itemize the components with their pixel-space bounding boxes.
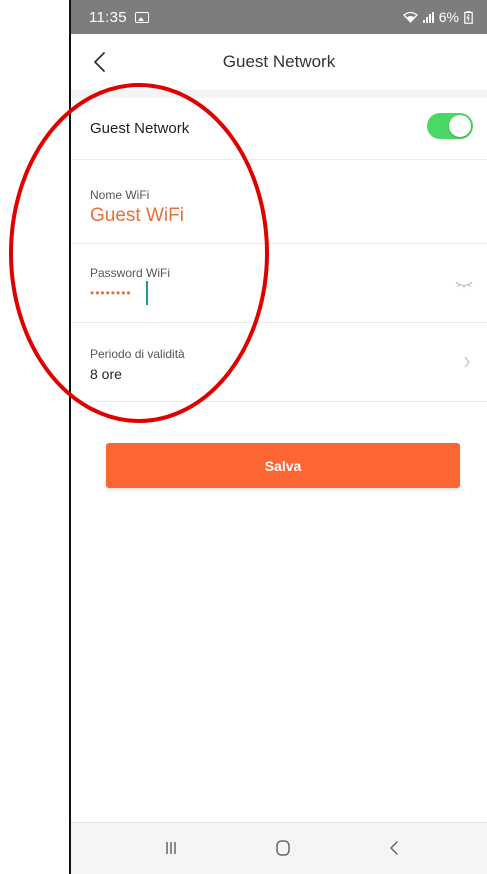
- validity-period-value: 8 ore: [90, 366, 122, 382]
- save-button[interactable]: Salva: [106, 443, 460, 488]
- status-time: 11:35: [89, 8, 127, 26]
- text-cursor: [146, 281, 148, 305]
- signal-icon: [422, 11, 434, 23]
- wifi-password-row[interactable]: Password WiFi ••••••••: [71, 244, 487, 323]
- wifi-password-label: Password WiFi: [90, 266, 171, 280]
- guest-network-toggle[interactable]: [427, 113, 473, 139]
- toggle-knob: [449, 115, 471, 137]
- wifi-name-row[interactable]: Nome WiFi Guest WiFi: [71, 160, 487, 244]
- validity-period-row[interactable]: Periodo di validità 8 ore: [71, 323, 487, 402]
- battery-percent: 6%: [438, 9, 459, 25]
- chevron-right-icon: [464, 356, 470, 368]
- app-header: Guest Network: [71, 34, 487, 90]
- validity-period-label: Periodo di validità: [90, 347, 185, 361]
- recent-apps-icon[interactable]: [159, 837, 183, 859]
- wifi-name-label: Nome WiFi: [90, 188, 150, 202]
- guest-network-label: Guest Network: [90, 120, 190, 137]
- guest-network-row: Guest Network: [71, 98, 487, 160]
- wifi-name-value: Guest WiFi: [90, 205, 184, 226]
- section-divider: [71, 90, 487, 98]
- status-bar: 11:35 6%: [71, 0, 487, 34]
- battery-icon: [464, 10, 473, 24]
- status-indicators: 6%: [402, 9, 473, 25]
- back-icon[interactable]: [383, 837, 407, 859]
- eye-closed-icon[interactable]: [455, 278, 473, 290]
- wifi-icon: [402, 11, 418, 23]
- wifi-password-value[interactable]: ••••••••: [90, 286, 132, 300]
- android-nav-bar: [71, 822, 487, 874]
- phone-screen: 11:35 6% Guest Network Guest Network Nom…: [69, 0, 487, 874]
- chevron-left-icon[interactable]: [89, 50, 113, 74]
- gallery-icon: [134, 11, 149, 23]
- home-icon[interactable]: [271, 837, 295, 859]
- page-title: Guest Network: [222, 52, 336, 71]
